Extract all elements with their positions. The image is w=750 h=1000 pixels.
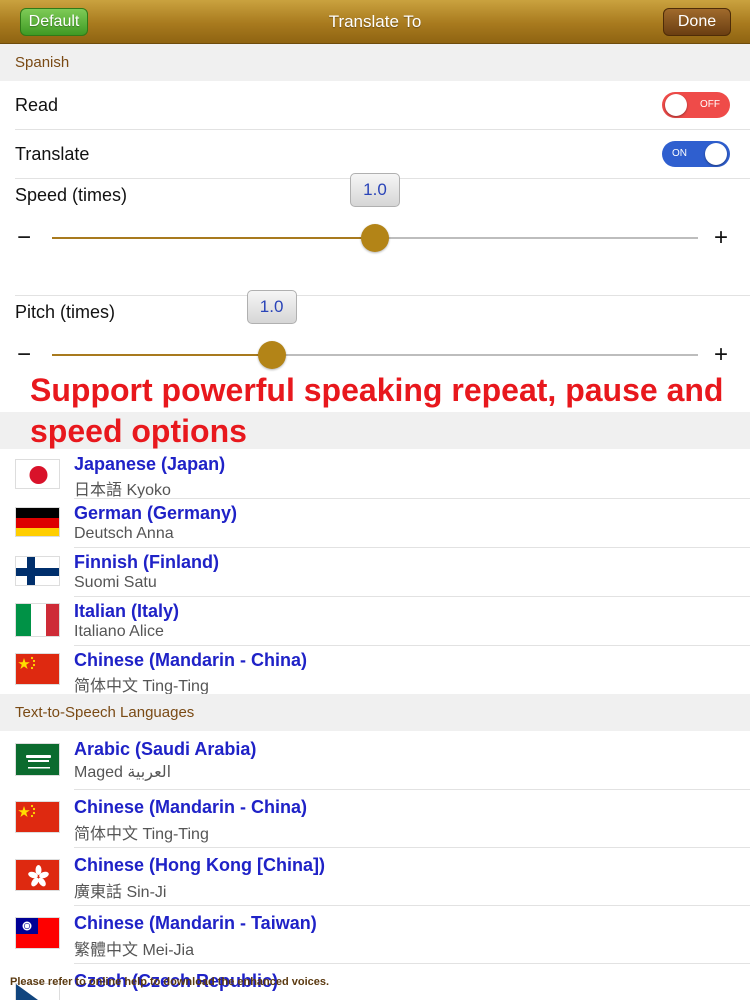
china-flag-icon: [15, 653, 60, 685]
speed-slider-thumb[interactable]: [361, 224, 389, 252]
page-title: Translate To: [328, 12, 422, 31]
language-row[interactable]: Japanese (Japan) 日本語 Kyoko: [0, 449, 750, 499]
hong-kong-flag-icon: [15, 859, 60, 891]
language-row[interactable]: Finnish (Finland) Suomi Satu: [0, 547, 750, 596]
translate-label: Translate: [15, 144, 90, 164]
voice-name: Suomi Satu: [74, 574, 157, 591]
saudi-arabia-flag-icon: [15, 743, 60, 776]
language-name: Chinese (Mandarin - China): [74, 797, 308, 817]
promo-caption: Support powerful speaking repeat, pause …: [30, 372, 724, 449]
navigation-bar: Default Translate To Done: [0, 0, 750, 44]
pitch-slider[interactable]: 1.0: [52, 290, 698, 370]
language-row[interactable]: Chinese (Mandarin - China) 简体中文 Ting-Tin…: [0, 645, 750, 695]
section-header-tts: Text-to-Speech Languages: [0, 694, 750, 731]
germany-flag-icon: [15, 507, 60, 537]
language-name: Chinese (Mandarin - Taiwan): [74, 913, 317, 933]
pitch-value-bubble: 1.0: [246, 290, 297, 324]
speed-label: Speed (times): [15, 185, 128, 205]
language-name: Finnish (Finland): [74, 552, 219, 572]
pitch-slider-thumb[interactable]: [257, 341, 286, 369]
voice-name: 繁體中文 Mei-Jia: [74, 942, 195, 959]
pitch-decrease-button[interactable]: −: [17, 343, 31, 367]
slider-track-fill: [52, 354, 272, 356]
japan-flag-icon: [15, 459, 60, 489]
slider-track-fill: [52, 237, 375, 239]
language-row[interactable]: Arabic (Saudi Arabia) Maged العربية: [0, 731, 750, 789]
pitch-increase-button[interactable]: +: [714, 343, 728, 367]
section-header-spanish: Spanish: [0, 44, 750, 81]
language-row[interactable]: Chinese (Hong Kong [China]) 廣東話 Sin-Ji: [0, 847, 750, 905]
language-name: Chinese (Mandarin - China): [74, 650, 308, 670]
language-name: German (Germany): [74, 503, 238, 523]
language-name: Chinese (Hong Kong [China]): [74, 855, 325, 875]
speed-slider[interactable]: 1.0: [52, 173, 698, 253]
read-toggle[interactable]: OFF: [662, 92, 730, 118]
toggle-knob: [665, 94, 687, 116]
speed-increase-button[interactable]: +: [714, 226, 728, 250]
language-name: Arabic (Saudi Arabia): [74, 739, 257, 759]
divider: [15, 295, 750, 296]
speed-value-bubble: 1.0: [350, 173, 400, 207]
toggle-knob: [705, 143, 727, 165]
language-row[interactable]: German (Germany) Deutsch Anna: [0, 498, 750, 547]
done-button[interactable]: Done: [663, 8, 731, 36]
help-note: Please refer to online help to download …: [10, 976, 330, 988]
china-flag-icon: [15, 801, 60, 833]
translate-toggle[interactable]: ON: [662, 141, 730, 167]
toggle-state-text: ON: [672, 148, 687, 159]
pitch-label: Pitch (times): [15, 302, 116, 322]
finland-flag-icon: [15, 556, 60, 586]
language-name: Italian (Italy): [74, 601, 180, 621]
read-label: Read: [15, 95, 59, 115]
voice-name: 日本語 Kyoko: [74, 482, 171, 499]
voice-name: Maged العربية: [74, 764, 172, 781]
language-row[interactable]: Chinese (Mandarin - China) 简体中文 Ting-Tin…: [0, 789, 750, 847]
taiwan-flag-icon: [15, 917, 60, 949]
italy-flag-icon: [15, 603, 60, 637]
speed-decrease-button[interactable]: −: [17, 226, 31, 250]
language-row[interactable]: Italian (Italy) Italiano Alice: [0, 596, 750, 645]
voice-name: Deutsch Anna: [74, 525, 174, 542]
language-row[interactable]: Chinese (Mandarin - Taiwan) 繁體中文 Mei-Jia: [0, 905, 750, 963]
voice-name: 简体中文 Ting-Ting: [74, 826, 209, 843]
voice-name: 简体中文 Ting-Ting: [74, 678, 209, 695]
voice-name: 廣東話 Sin-Ji: [74, 884, 167, 901]
language-name: Japanese (Japan): [74, 454, 226, 474]
toggle-state-text: OFF: [700, 99, 720, 110]
voice-name: Italiano Alice: [74, 623, 164, 640]
divider: [15, 129, 750, 130]
